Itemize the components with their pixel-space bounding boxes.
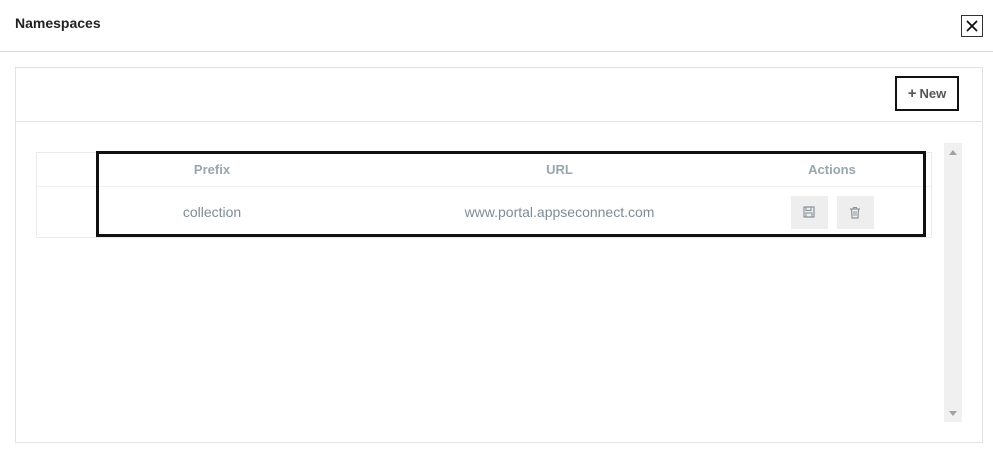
delete-button[interactable] — [836, 195, 874, 229]
column-header-url: URL — [546, 162, 573, 177]
scroll-down-arrow-icon[interactable] — [944, 406, 962, 420]
column-header-actions: Actions — [808, 162, 856, 177]
table-row: collection www.portal.appseconnect.com — [37, 187, 931, 237]
modal-header: Namespaces — [0, 0, 993, 52]
column-header-prefix: Prefix — [193, 162, 231, 177]
namespaces-panel: + New — [15, 67, 983, 443]
panel-toolbar: + New — [16, 68, 982, 122]
plus-icon: + — [907, 85, 917, 102]
cell-actions — [767, 187, 897, 237]
close-icon — [966, 20, 978, 32]
cell-url: www.portal.appseconnect.com — [464, 204, 655, 220]
namespaces-table: Prefix URL Actions collection www.portal… — [36, 152, 932, 238]
close-button[interactable] — [961, 15, 983, 37]
new-button[interactable]: + New — [895, 76, 959, 111]
new-button-label: New — [919, 86, 947, 101]
table-header-row: Prefix URL Actions — [37, 153, 931, 187]
save-icon — [803, 206, 815, 218]
trash-icon — [850, 206, 860, 219]
save-button[interactable] — [790, 195, 828, 229]
modal-title: Namespaces — [15, 15, 101, 31]
scrollbar[interactable] — [944, 143, 962, 422]
scroll-up-arrow-icon[interactable] — [944, 145, 962, 159]
cell-prefix: collection — [182, 204, 242, 220]
